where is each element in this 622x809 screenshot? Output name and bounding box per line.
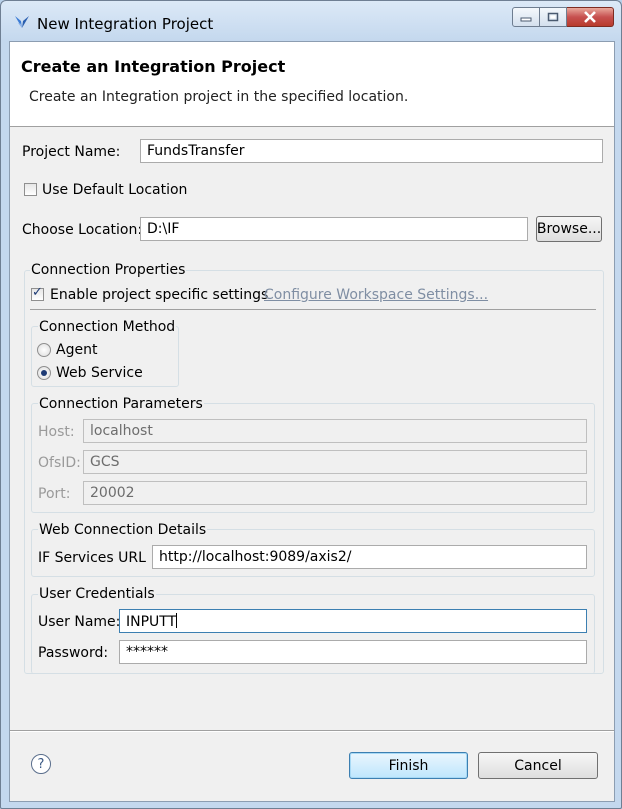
window-title: New Integration Project bbox=[37, 15, 214, 33]
footer-separator-highlight bbox=[10, 731, 614, 732]
help-icon[interactable]: ? bbox=[31, 754, 51, 774]
window-controls bbox=[512, 7, 614, 29]
maximize-button[interactable] bbox=[540, 7, 567, 27]
project-name-input[interactable]: FundsTransfer bbox=[140, 139, 603, 163]
dialog-header: Create an Integration Project Create an … bbox=[10, 42, 614, 127]
password-label: Password: bbox=[38, 645, 109, 661]
agent-label: Agent bbox=[56, 342, 98, 358]
separator bbox=[30, 309, 596, 310]
if-services-url-input[interactable]: http://localhost:9089/axis2/ bbox=[152, 545, 587, 569]
close-button[interactable] bbox=[567, 7, 614, 27]
username-input[interactable]: INPUTT bbox=[119, 609, 587, 633]
web-service-radio[interactable] bbox=[37, 366, 51, 380]
configure-workspace-settings-link[interactable]: Configure Workspace Settings... bbox=[264, 287, 488, 303]
if-services-url-label: IF Services URL : bbox=[38, 550, 156, 566]
connection-method-title: Connection Method bbox=[38, 319, 177, 335]
close-icon bbox=[584, 11, 596, 23]
use-default-location-checkbox[interactable] bbox=[24, 183, 37, 196]
username-value: INPUTT bbox=[126, 614, 177, 630]
minimize-icon bbox=[520, 17, 532, 22]
password-input[interactable]: ****** bbox=[119, 640, 587, 664]
web-service-label: Web Service bbox=[56, 365, 143, 381]
title-bar[interactable]: New Integration Project bbox=[1, 1, 621, 39]
host-label: Host: bbox=[38, 424, 75, 440]
ofsid-label: OfsID: bbox=[38, 455, 81, 471]
ofsid-input[interactable]: GCS bbox=[83, 450, 587, 474]
maximize-icon bbox=[547, 12, 559, 22]
port-label: Port: bbox=[38, 486, 71, 502]
username-label: User Name: bbox=[38, 614, 121, 630]
project-name-label: Project Name: bbox=[22, 144, 121, 160]
check-mark-icon: ✓ bbox=[32, 285, 43, 300]
text-cursor bbox=[176, 613, 178, 628]
port-input[interactable]: 20002 bbox=[83, 481, 587, 505]
host-input[interactable]: localhost bbox=[83, 419, 587, 443]
web-connection-title: Web Connection Details bbox=[38, 522, 208, 538]
integration-butterfly-icon bbox=[15, 16, 29, 28]
choose-location-label: Choose Location: bbox=[22, 222, 143, 238]
minimize-button[interactable] bbox=[512, 7, 540, 27]
cancel-button[interactable]: Cancel bbox=[478, 752, 598, 779]
use-default-location-label: Use Default Location bbox=[42, 182, 188, 198]
enable-project-settings-checkbox[interactable]: ✓ bbox=[31, 285, 44, 301]
dialog-window: New Integration Project Create an Integr… bbox=[0, 0, 622, 809]
header-description: Create an Integration project in the spe… bbox=[29, 89, 409, 105]
connection-properties-title: Connection Properties bbox=[30, 262, 187, 278]
connection-parameters-title: Connection Parameters bbox=[38, 396, 204, 412]
enable-project-settings-label: Enable project specific settings bbox=[50, 287, 269, 303]
dialog-content: Create an Integration Project Create an … bbox=[9, 41, 615, 802]
location-input[interactable]: D:\IF bbox=[140, 217, 528, 241]
agent-radio[interactable] bbox=[37, 343, 51, 357]
browse-button[interactable]: Browse... bbox=[536, 216, 602, 242]
radio-selected-dot bbox=[41, 370, 47, 376]
finish-button[interactable]: Finish bbox=[349, 752, 468, 779]
header-title: Create an Integration Project bbox=[21, 57, 286, 76]
user-credentials-title: User Credentials bbox=[38, 586, 156, 602]
